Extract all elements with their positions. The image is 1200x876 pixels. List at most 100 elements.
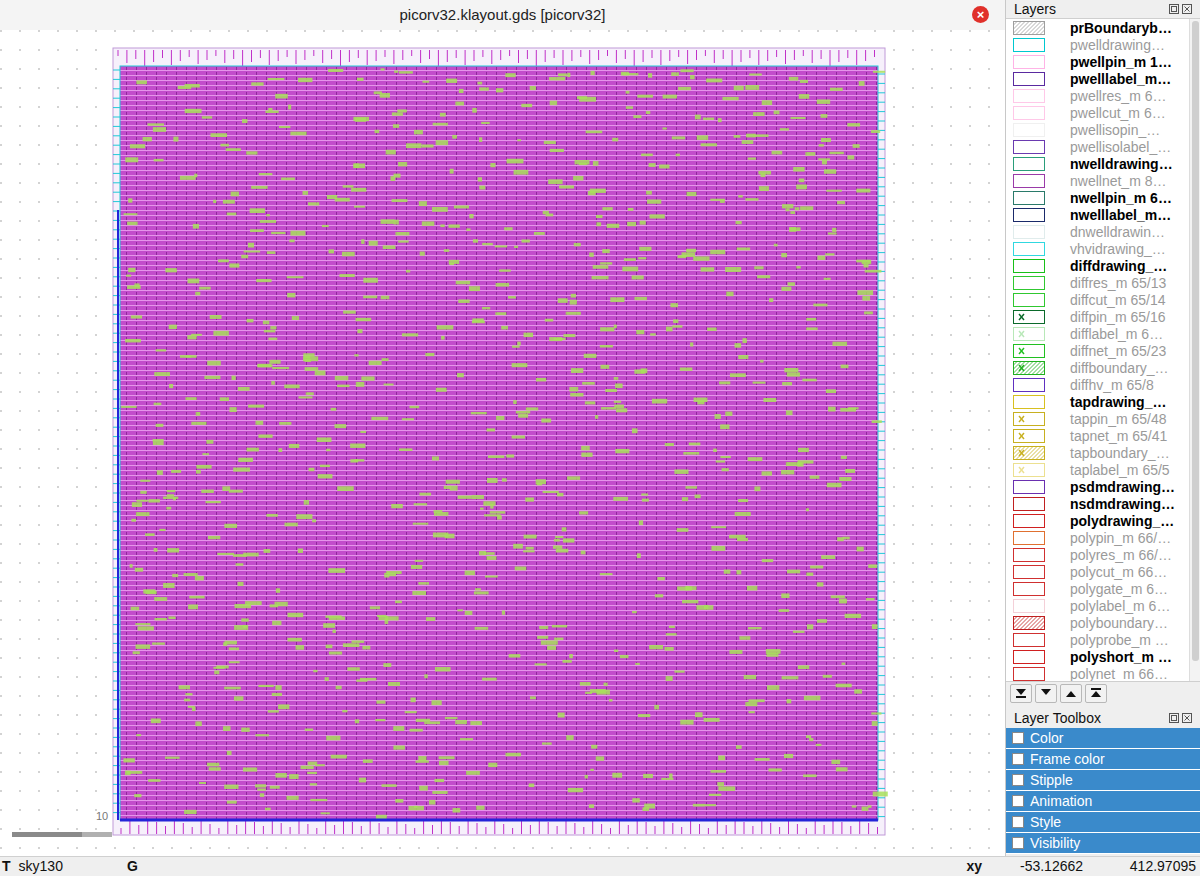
layer-row[interactable]: pwellpin_m 1…: [1006, 53, 1189, 70]
layer-row[interactable]: nwelldrawing…: [1006, 155, 1189, 172]
layers-scrollbar[interactable]: [1189, 19, 1200, 681]
right-dock: LayersprBoundaryb…pwelldrawing… pwellpin_…: [1005, 0, 1200, 856]
toolbox-item[interactable]: Style: [1006, 812, 1200, 833]
layer-row[interactable]: nwellpin_m 6…: [1006, 189, 1189, 206]
layer-row[interactable]: pwellcut_m 6…: [1006, 104, 1189, 121]
close-panel-icon[interactable]: [1182, 4, 1192, 14]
layer-row[interactable]: pwellisolabel_…: [1006, 138, 1189, 155]
layout-drawing[interactable]: [0, 30, 1005, 856]
coord-y: 412.97095: [1128, 856, 1196, 876]
layer-row[interactable]: nwellnet_m 8…: [1006, 172, 1189, 189]
toolbox-checkbox[interactable]: [1012, 732, 1024, 744]
float-icon[interactable]: [1169, 4, 1179, 14]
layer-row[interactable]: polyprobe_m …: [1006, 631, 1189, 648]
layer-name: diffpin_m 65/16: [1070, 310, 1165, 324]
layer-swatch-icon: [1013, 633, 1045, 647]
layer-row[interactable]: psdmdrawing…: [1006, 478, 1189, 495]
toolbox-checkbox[interactable]: [1012, 795, 1024, 807]
toolbox-checkbox[interactable]: [1012, 837, 1024, 849]
move-top-button-icon: [1089, 687, 1103, 699]
layer-swatch-icon: [1013, 667, 1045, 681]
move-top-button[interactable]: [1085, 684, 1107, 703]
float-icon[interactable]: [1169, 713, 1179, 723]
layer-swatch-icon: [1013, 480, 1045, 494]
layer-row[interactable]: pwellres_m 6…: [1006, 87, 1189, 104]
layer-row[interactable]: diffdrawing_…: [1006, 257, 1189, 274]
toolbox-label: Animation: [1030, 794, 1092, 808]
toolbox-item[interactable]: Animation: [1006, 791, 1200, 812]
layer-row[interactable]: tapnet_m 65/41: [1006, 427, 1189, 444]
grid-indicator: G: [127, 856, 138, 876]
layer-row[interactable]: diffboundary_…: [1006, 359, 1189, 376]
layer-swatch-icon: [1013, 293, 1045, 307]
layer-row[interactable]: prBoundaryb…: [1006, 19, 1189, 36]
layer-row[interactable]: tappin_m 65/48: [1006, 410, 1189, 427]
toolbox-checkbox[interactable]: [1012, 774, 1024, 786]
close-view-button[interactable]: ×: [972, 6, 989, 23]
layer-name: nwelldrawing…: [1070, 157, 1173, 171]
layer-name: tapboundary_…: [1070, 446, 1170, 460]
layer-swatch-icon: [1013, 191, 1045, 205]
layer-row[interactable]: diffres_m 65/13: [1006, 274, 1189, 291]
layer-row[interactable]: dnwelldrawin…: [1006, 223, 1189, 240]
layer-row[interactable]: polyshort_m …: [1006, 648, 1189, 665]
layer-row[interactable]: diffpin_m 65/16: [1006, 308, 1189, 325]
layer-swatch-icon: [1013, 157, 1045, 171]
close-panel-icon[interactable]: [1182, 713, 1192, 723]
layer-row[interactable]: polylabel_m 6…: [1006, 597, 1189, 614]
layer-row[interactable]: tapboundary_…: [1006, 444, 1189, 461]
layer-swatch-icon: [1013, 412, 1045, 426]
layer-swatch-icon: [1013, 463, 1045, 477]
layer-row[interactable]: pwelllabel_m…: [1006, 70, 1189, 87]
layer-name: pwellpin_m 1…: [1070, 55, 1172, 69]
move-down-button-icon: [1039, 687, 1053, 699]
layer-row[interactable]: polyboundary…: [1006, 614, 1189, 631]
toolbox-item[interactable]: Visibility: [1006, 833, 1200, 854]
layer-row[interactable]: diffcut_m 65/14: [1006, 291, 1189, 308]
layer-name: tappin_m 65/48: [1070, 412, 1167, 426]
toolbox-label: Style: [1030, 815, 1061, 829]
layer-row[interactable]: nwelllabel_m…: [1006, 206, 1189, 223]
layer-swatch-icon: [1013, 21, 1045, 35]
layer-name: taplabel_m 65/5: [1070, 463, 1170, 477]
layer-name: pwelllabel_m…: [1070, 72, 1171, 86]
layout-canvas[interactable]: 10: [0, 30, 1005, 856]
layer-row[interactable]: diffnet_m 65/23: [1006, 342, 1189, 359]
layer-row[interactable]: polyres_m 66/…: [1006, 546, 1189, 563]
toolbox-checkbox[interactable]: [1012, 816, 1024, 828]
toolbox-label: Stipple: [1030, 773, 1073, 787]
layer-row[interactable]: pwelldrawing…: [1006, 36, 1189, 53]
layer-swatch-icon: [1013, 327, 1045, 341]
layer-row[interactable]: polypin_m 66/…: [1006, 529, 1189, 546]
layer-row[interactable]: diffhv_m 65/8: [1006, 376, 1189, 393]
layer-name: polyres_m 66/…: [1070, 548, 1172, 562]
layer-name: polylabel_m 6…: [1070, 599, 1170, 613]
move-up-button[interactable]: [1060, 684, 1082, 703]
layer-row[interactable]: nsdmdrawing…: [1006, 495, 1189, 512]
layer-swatch-icon: [1013, 599, 1045, 613]
layer-row[interactable]: polycut_m 66…: [1006, 563, 1189, 580]
layer-row[interactable]: tapdrawing_…: [1006, 393, 1189, 410]
toolbox-item[interactable]: Frame color: [1006, 749, 1200, 770]
layer-row[interactable]: pwellisopin_…: [1006, 121, 1189, 138]
layer-swatch-icon: [1013, 378, 1045, 392]
layers-header: Layers: [1006, 0, 1200, 18]
toolbox-checkbox[interactable]: [1012, 753, 1024, 765]
layer-row[interactable]: taplabel_m 65/5: [1006, 461, 1189, 478]
layer-row[interactable]: difflabel_m 6…: [1006, 325, 1189, 342]
layers-list: prBoundaryb…pwelldrawing… pwellpin_m 1… pw…: [1006, 18, 1200, 682]
layer-name: polypin_m 66/…: [1070, 531, 1171, 545]
layer-row[interactable]: polydrawing_…: [1006, 512, 1189, 529]
toolbox-item[interactable]: Color: [1006, 728, 1200, 749]
layer-name: dnwelldrawin…: [1070, 225, 1165, 239]
main-area: picorv32.klayout.gds [picorv32]×10Layers…: [0, 0, 1200, 856]
layer-row[interactable]: vhvidrawing_…: [1006, 240, 1189, 257]
layer-row[interactable]: polygate_m 6…: [1006, 580, 1189, 597]
layer-row[interactable]: polynet_m 66…: [1006, 665, 1189, 681]
move-down-button[interactable]: [1035, 684, 1057, 703]
toolbox-item[interactable]: Stipple: [1006, 770, 1200, 791]
move-bottom-button[interactable]: [1010, 684, 1032, 703]
layer-name: nwellnet_m 8…: [1070, 174, 1167, 188]
layer-swatch-icon: [1013, 106, 1045, 120]
layer-name: polyshort_m …: [1070, 650, 1172, 664]
